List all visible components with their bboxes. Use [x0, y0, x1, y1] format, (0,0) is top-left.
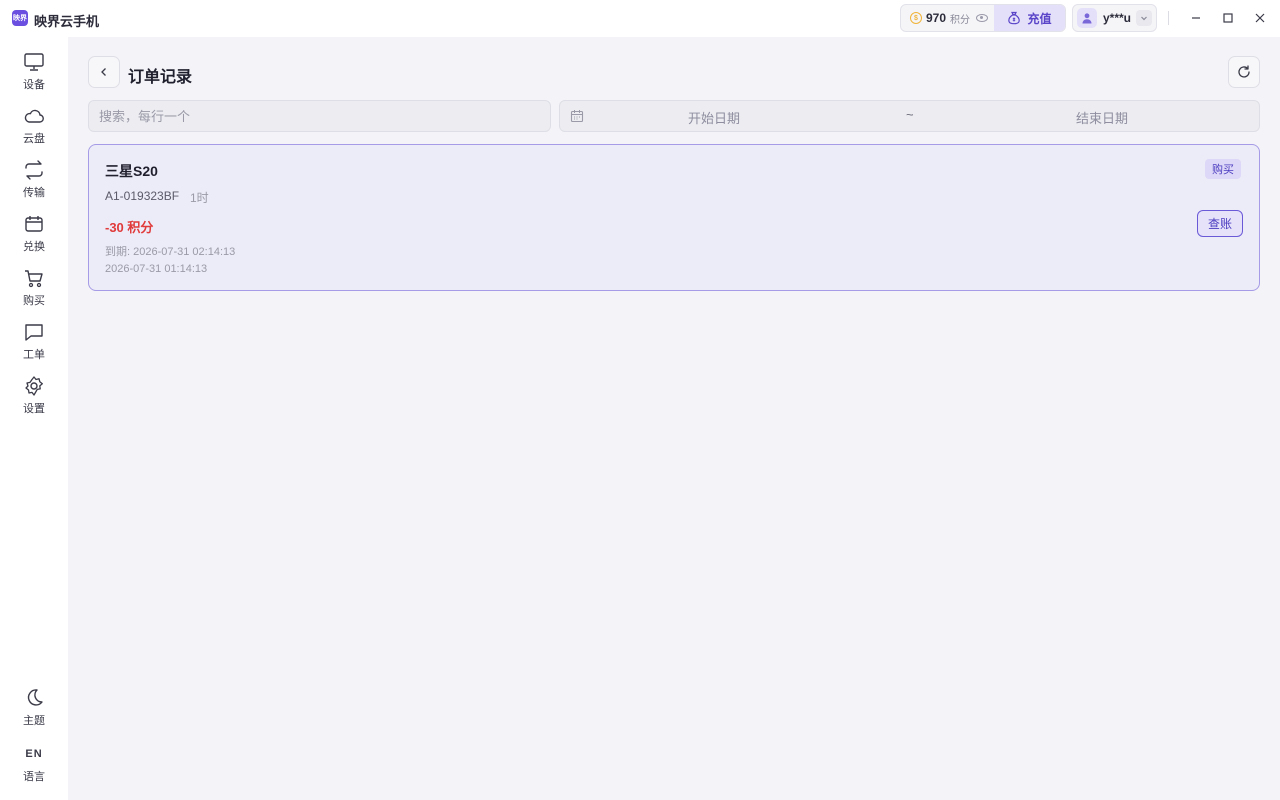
sidebar-item-label: 兑换: [23, 241, 45, 253]
close-button[interactable]: [1251, 9, 1269, 27]
order-expire-time: 到期: 2026-07-31 02:14:13: [105, 246, 236, 258]
username: y***u: [1103, 11, 1132, 25]
moon-icon: [23, 687, 45, 709]
back-button[interactable]: [88, 56, 120, 88]
order-device-name: 三星S20: [105, 163, 158, 179]
points-unit: 积分: [950, 14, 971, 26]
cloud-icon: [23, 105, 45, 127]
sidebar-item-tickets[interactable]: 工单: [0, 321, 68, 369]
date-separator: ~: [906, 107, 914, 122]
end-date-field[interactable]: 结束日期: [1076, 108, 1128, 127]
cart-icon: [23, 267, 45, 289]
maximize-button[interactable]: [1219, 9, 1237, 27]
refresh-button[interactable]: [1228, 56, 1260, 88]
sidebar-item-label: 工单: [23, 349, 45, 361]
view-bill-button[interactable]: 查账: [1197, 210, 1243, 237]
order-type-badge: 购买: [1205, 159, 1241, 179]
points-display: $ 970 积分: [901, 5, 994, 31]
order-duration: 1时: [190, 191, 209, 205]
sidebar-item-language[interactable]: EN 语言: [0, 743, 68, 791]
avatar: [1077, 8, 1097, 28]
sidebar-item-cloud-drive[interactable]: 云盘: [0, 105, 68, 153]
sidebar-item-label: 语言: [23, 771, 45, 783]
refresh-icon: [1238, 65, 1250, 78]
order-cost: -30 积分: [105, 220, 154, 235]
sidebar: 设备 云盘 传输 兑换 购买 工单 设置 主题 EN 语言: [0, 37, 68, 800]
maximize-icon: [1223, 13, 1233, 23]
minimize-button[interactable]: [1187, 9, 1205, 27]
calendar-icon: [570, 110, 584, 123]
sidebar-item-label: 设置: [23, 403, 45, 415]
title-bar-divider: [1168, 11, 1169, 25]
recharge-button[interactable]: 充值: [994, 5, 1065, 31]
sidebar-item-devices[interactable]: 设备: [0, 51, 68, 99]
coin-icon: $: [910, 12, 922, 24]
points-panel: $ 970 积分 充值: [900, 4, 1066, 32]
points-value: 970: [926, 11, 947, 25]
chevron-left-icon: [101, 68, 106, 76]
close-icon: [1255, 13, 1265, 23]
monitor-icon: [23, 51, 45, 73]
sidebar-item-settings[interactable]: 设置: [0, 375, 68, 423]
sidebar-item-transfer[interactable]: 传输: [0, 159, 68, 207]
chevron-down-icon[interactable]: [1136, 10, 1152, 26]
ticket-icon: [23, 213, 45, 235]
title-bar: 映界 映界云手机 $ 970 积分 充值 y***u: [0, 0, 1280, 37]
main-content: 订单记录 开始日期 ~ 结束日期 三星S20 购买 A1-019323BF 1时…: [68, 37, 1280, 800]
order-created-time: 2026-07-31 01:14:13: [105, 263, 208, 275]
user-menu[interactable]: y***u: [1072, 4, 1157, 32]
minimize-icon: [1192, 17, 1200, 19]
sidebar-item-label: 传输: [23, 187, 45, 199]
sidebar-item-label: 云盘: [23, 133, 45, 145]
sidebar-item-label: 购买: [23, 295, 45, 307]
order-card: 三星S20 购买 A1-019323BF 1时 -30 积分 查账 到期: 20…: [88, 144, 1260, 291]
page-title: 订单记录: [128, 69, 193, 86]
sidebar-item-label: 设备: [23, 79, 45, 91]
date-range-picker[interactable]: 开始日期 ~ 结束日期: [559, 100, 1260, 132]
chat-icon: [23, 321, 45, 343]
sidebar-item-theme[interactable]: 主题: [0, 687, 68, 735]
transfer-icon: [23, 159, 45, 181]
start-date-field[interactable]: 开始日期: [688, 108, 740, 127]
app-logo-icon: 映界: [12, 10, 28, 26]
user-icon: [1082, 13, 1092, 24]
app-title: 映界云手机: [34, 14, 100, 29]
order-code: A1-019323BF: [105, 189, 180, 203]
eye-icon[interactable]: [976, 14, 989, 22]
language-code: EN: [25, 748, 43, 760]
search-input[interactable]: [88, 100, 551, 132]
recharge-label: 充值: [1027, 11, 1052, 26]
money-bag-icon: [1008, 11, 1021, 25]
sidebar-item-label: 主题: [23, 715, 45, 727]
sidebar-item-purchase[interactable]: 购买: [0, 267, 68, 315]
sidebar-item-redeem[interactable]: 兑换: [0, 213, 68, 261]
gear-icon: [23, 375, 45, 397]
